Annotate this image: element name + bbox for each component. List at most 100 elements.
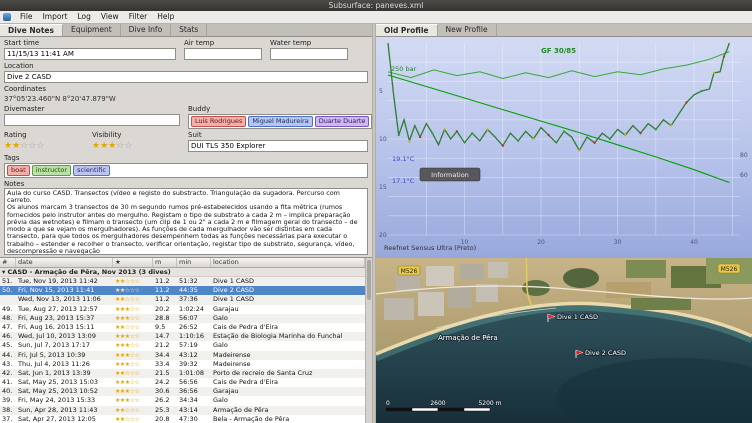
dive-row[interactable]: 40.Sat, May 25, 2013 10:52★★★☆☆30.636:56…: [0, 387, 365, 396]
dive-profile-chart[interactable]: GF 30/85250 bar19.1°C17.1°CInformationRe…: [376, 37, 752, 258]
divemaster-input[interactable]: [4, 114, 180, 126]
dive-date: Tue, Aug 27, 2013 12:57: [16, 305, 113, 314]
dive-date: Sun, Jul 7, 2013 17:17: [16, 341, 113, 350]
dive-depth: 26.2: [153, 396, 177, 405]
dive-number: 47.: [0, 323, 16, 332]
buddy-input[interactable]: Luís RodriguesMiguel MadureiraDuarte Dua…: [188, 114, 372, 129]
dive-row[interactable]: 39.Fri, May 24, 2013 15:33★★★☆☆26.234:34…: [0, 396, 365, 405]
dive-location: Dive 1 CASD: [211, 277, 365, 286]
dive-row[interactable]: 46.Wed, Jul 10, 2013 13:09★★★☆☆14.71:10:…: [0, 332, 365, 341]
column-header-5[interactable]: location: [211, 258, 365, 267]
dive-row[interactable]: 41.Sat, May 25, 2013 15:03★★★☆☆24.256:56…: [0, 378, 365, 387]
dive-row[interactable]: 44.Fri, Jul 5, 2013 10:39★★★☆☆34.443:12M…: [0, 351, 365, 360]
dive-rating: ★★★☆☆: [113, 341, 153, 350]
column-header-3[interactable]: m: [153, 258, 177, 267]
dive-row[interactable]: 49.Tue, Aug 27, 2013 12:57★★★☆☆20.21:02:…: [0, 305, 365, 314]
column-header-0[interactable]: #: [0, 258, 16, 267]
tag-chip[interactable]: boat: [7, 165, 30, 176]
dive-list-scrollbar[interactable]: [365, 258, 372, 423]
dive-duration: 57:19: [177, 341, 211, 350]
dive-row[interactable]: 50.Fri, Nov 15, 2013 11:41★★☆☆☆11.244:35…: [0, 286, 365, 295]
dive-date: Wed, Jul 10, 2013 13:09: [16, 332, 113, 341]
dive-row[interactable]: 51.Tue, Nov 19, 2013 11:42★★☆☆☆11.251:32…: [0, 277, 365, 286]
titlebar[interactable]: Subsurface: paneves.xml: [0, 0, 752, 11]
tab-dive-notes[interactable]: Dive Notes: [0, 24, 63, 36]
rating-label: Rating: [4, 131, 92, 139]
road-badge-label: M526: [721, 266, 738, 273]
dive-depth: 33.4: [153, 360, 177, 369]
dive-row[interactable]: 43.Thu, Jul 4, 2013 11:26★★★☆☆33.439:32M…: [0, 360, 365, 369]
suit-label: Suit: [188, 131, 368, 139]
dive-duration: 51:32: [177, 277, 211, 286]
scale-label: 0: [386, 400, 390, 407]
right-tick: 80: [740, 152, 748, 159]
tag-chip[interactable]: Luís Rodrigues: [191, 116, 246, 127]
tag-chip[interactable]: scientific: [73, 165, 110, 176]
menu-filter[interactable]: Filter: [124, 12, 153, 21]
column-header-1[interactable]: date: [16, 258, 113, 267]
trip-header-row[interactable]: ▾ CASD - Armação de Pêra, Nov 2013 (3 di…: [0, 268, 365, 277]
air-temp-input[interactable]: [184, 48, 262, 60]
suit-input[interactable]: [188, 140, 368, 152]
dive-date: Sat, May 25, 2013 15:03: [16, 378, 113, 387]
map[interactable]: M526M526 Armação de Pêra Dive 1 CASDDive…: [376, 258, 752, 423]
dive-duration: 34:34: [177, 396, 211, 405]
profile-tabbar: Old ProfileNew Profile: [376, 24, 752, 37]
dive-rating: ★★★☆☆: [113, 305, 153, 314]
dive-row[interactable]: 48.Fri, Aug 23, 2013 15:37★★★☆☆28.856:07…: [0, 314, 365, 323]
menu-help[interactable]: Help: [152, 12, 179, 21]
dive-location: Cais de Pedra d'Eira: [211, 323, 365, 332]
time-tick: 20: [537, 239, 545, 246]
menu-file[interactable]: File: [15, 12, 38, 21]
temp-label-1: 19.1°C: [392, 155, 415, 163]
dive-location: Galo: [211, 341, 365, 350]
rating-stars[interactable]: ★★☆☆☆: [4, 140, 92, 152]
tab-stats[interactable]: Stats: [171, 24, 207, 36]
dive-rating: ★★★☆☆: [113, 378, 153, 387]
menu-log[interactable]: Log: [72, 12, 95, 21]
dive-duration: 43:12: [177, 351, 211, 360]
location-input[interactable]: [4, 71, 368, 83]
star-icon: ★: [92, 141, 100, 151]
dive-location: Galo: [211, 396, 365, 405]
dive-depth: 28.8: [153, 314, 177, 323]
time-tick: 10: [461, 239, 469, 246]
tags-input[interactable]: boatinstructorscientific: [4, 163, 368, 178]
dive-list: #date★mminlocation ▾ CASD - Armação de P…: [0, 257, 372, 423]
menu-view[interactable]: View: [96, 12, 124, 21]
notes-textarea[interactable]: Aula do curso CASD. Transectos (vídeo e …: [4, 188, 368, 255]
dive-duration: 56:07: [177, 314, 211, 323]
menu-import[interactable]: Import: [38, 12, 73, 21]
tag-chip[interactable]: instructor: [32, 165, 71, 176]
dive-rating: ★★★☆☆: [113, 360, 153, 369]
column-header-4[interactable]: min: [177, 258, 211, 267]
tag-chip[interactable]: Duarte Duarte: [315, 116, 370, 127]
dive-rating: ★★☆☆☆: [113, 369, 153, 378]
dive-row[interactable]: 47.Fri, Aug 16, 2013 15:11★★☆☆☆9.526:52C…: [0, 323, 365, 332]
left-tabbar: Dive NotesEquipmentDive InfoStats: [0, 24, 372, 37]
dive-number: 50.: [0, 286, 16, 295]
dive-row[interactable]: 38.Sun, Apr 28, 2013 11:43★★☆☆☆25.343:14…: [0, 406, 365, 415]
scrollbar-thumb[interactable]: [367, 260, 371, 300]
start-time-input[interactable]: [4, 48, 176, 60]
start-time-label: Start time: [4, 39, 176, 47]
tab-old-profile[interactable]: Old Profile: [376, 24, 438, 36]
tab-new-profile[interactable]: New Profile: [438, 24, 497, 36]
dive-date: Fri, Nov 15, 2013 11:41: [16, 286, 113, 295]
tag-chip[interactable]: Miguel Madureira: [248, 116, 312, 127]
dive-row[interactable]: 37.Sat, Apr 27, 2013 12:05★★☆☆☆20.847:30…: [0, 415, 365, 423]
dive-rating: ★★★☆☆: [113, 396, 153, 405]
dive-duration: 47:30: [177, 415, 211, 423]
dive-row[interactable]: 42.Sat, Jun 1, 2013 13:39★★☆☆☆21.51:01:0…: [0, 369, 365, 378]
tab-equipment[interactable]: Equipment: [63, 24, 121, 36]
dive-row[interactable]: 45.Sun, Jul 7, 2013 17:17★★★☆☆21.257:19G…: [0, 341, 365, 350]
visibility-stars[interactable]: ★★★☆☆: [92, 140, 180, 152]
water-temp-input[interactable]: [270, 48, 348, 60]
pressure-start-label: 250 bar: [391, 65, 417, 73]
dive-depth: 11.2: [153, 286, 177, 295]
time-tick: 40: [690, 239, 698, 246]
tab-dive-info[interactable]: Dive Info: [121, 24, 172, 36]
column-header-2[interactable]: ★: [113, 258, 153, 267]
dive-rating: ★★★☆☆: [113, 387, 153, 396]
dive-row[interactable]: Wed, Nov 13, 2013 11:06★★☆☆☆11.237:36Div…: [0, 295, 365, 304]
